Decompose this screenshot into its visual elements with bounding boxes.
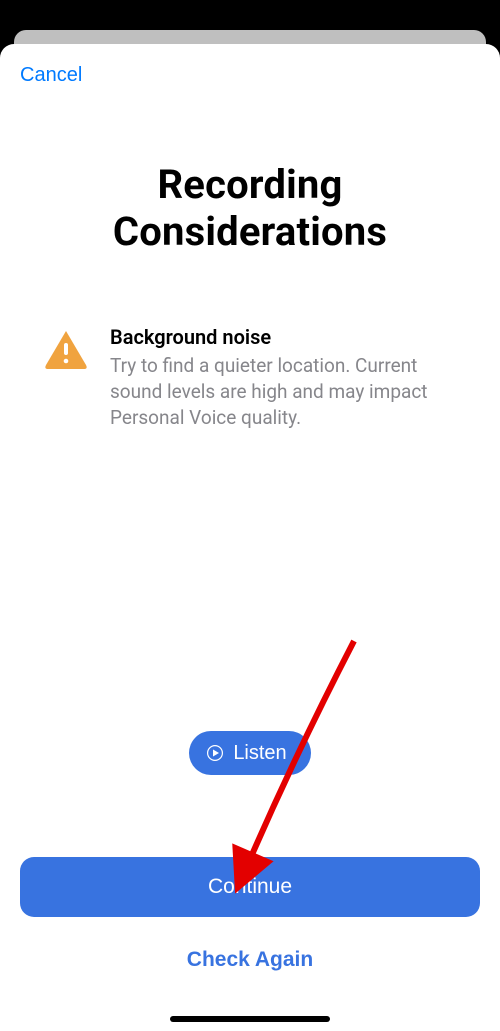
footer-buttons: Continue Check Again	[0, 857, 500, 1031]
play-icon	[207, 745, 223, 761]
title-block: Recording Considerations	[0, 91, 500, 255]
page-title: Recording Considerations	[30, 161, 470, 255]
consideration-text: Background noise Try to find a quieter l…	[110, 325, 472, 430]
listen-button[interactable]: Listen	[189, 731, 310, 775]
continue-button[interactable]: Continue	[20, 857, 480, 917]
cancel-button[interactable]: Cancel	[20, 60, 82, 91]
listen-label: Listen	[233, 742, 286, 765]
consideration-row: Background noise Try to find a quieter l…	[0, 255, 500, 430]
nav-bar: Cancel	[0, 44, 500, 91]
listen-wrap: Listen	[0, 731, 500, 775]
home-indicator	[170, 1016, 330, 1022]
check-again-button[interactable]: Check Again	[20, 933, 480, 987]
modal-sheet: Cancel Recording Considerations Backgrou…	[0, 44, 500, 1031]
warning-icon	[44, 329, 88, 369]
consideration-heading: Background noise	[110, 325, 472, 349]
consideration-body: Try to find a quieter location. Current …	[110, 353, 472, 430]
flex-spacer	[0, 430, 500, 731]
